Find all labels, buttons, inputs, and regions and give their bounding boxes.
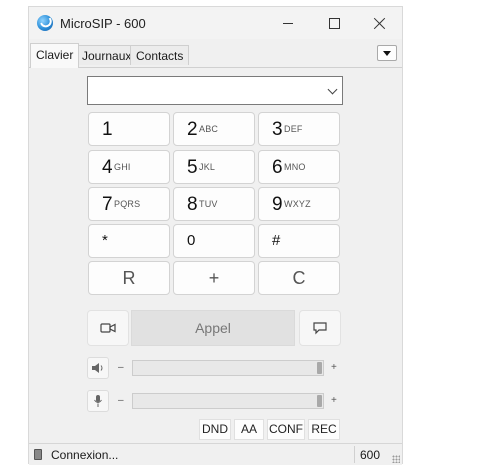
close-icon — [374, 17, 386, 29]
key-0[interactable]: 0 — [173, 224, 255, 258]
clear-button[interactable]: C — [258, 261, 340, 295]
key-9[interactable]: 9 WXYZ — [258, 187, 340, 221]
window-title: MicroSIP - 600 — [60, 16, 146, 31]
key-letters: MNO — [284, 162, 306, 172]
key-1[interactable]: 1 — [88, 112, 170, 146]
key-3[interactable]: 3 DEF — [258, 112, 340, 146]
redial-label: R — [122, 268, 136, 288]
microsip-logo-icon — [37, 15, 53, 31]
speaker-icon — [92, 363, 103, 373]
key-digit: 8 — [187, 194, 198, 215]
chevron-down-icon[interactable] — [327, 84, 338, 95]
microphone-icon — [94, 395, 102, 407]
speaker-volume-slider[interactable] — [132, 360, 324, 376]
dialpad-panel: 1 2 ABC 3 DEF 4 GHI 5 JKL 6 MNO 7 PQRS 8… — [29, 68, 402, 447]
key-digit: 5 — [187, 157, 198, 178]
speaker-minus: – — [118, 362, 124, 373]
resize-grip-icon[interactable] — [392, 455, 400, 463]
key-2[interactable]: 2 ABC — [173, 112, 255, 146]
tab-journaux[interactable]: Journaux — [76, 45, 138, 65]
redial-button[interactable]: R — [88, 261, 170, 295]
minimize-icon — [283, 22, 293, 24]
dnd-button[interactable]: DND — [199, 419, 231, 440]
status-text: Connexion... — [51, 448, 119, 462]
key-letters: TUV — [199, 199, 218, 209]
key-digit: 1 — [102, 119, 113, 140]
video-camera-icon — [100, 323, 116, 333]
tab-contacts[interactable]: Contacts — [130, 45, 190, 65]
menu-dropdown-button[interactable] — [377, 45, 397, 61]
call-button[interactable]: Appel — [131, 310, 295, 346]
key-symbol: * — [102, 232, 108, 249]
status-bar: Connexion... 600 — [29, 443, 402, 465]
status-divider — [354, 446, 355, 463]
microphone-plus: + — [331, 395, 337, 406]
auto-answer-button[interactable]: AA — [234, 419, 264, 440]
microphone-slider-thumb[interactable] — [317, 395, 322, 407]
key-letters: WXYZ — [284, 199, 311, 209]
record-button[interactable]: REC — [308, 419, 340, 440]
key-letters: ABC — [199, 124, 219, 134]
number-combobox[interactable] — [87, 76, 343, 105]
maximize-button[interactable] — [312, 7, 356, 39]
triangle-down-icon — [383, 50, 391, 56]
message-button[interactable] — [299, 310, 341, 346]
microphone-mute-button[interactable] — [87, 390, 109, 412]
key-letters: GHI — [114, 162, 131, 172]
key-7[interactable]: 7 PQRS — [88, 187, 170, 221]
key-symbol: 0 — [187, 232, 196, 249]
microphone-volume-slider[interactable] — [132, 393, 324, 409]
key-digit: 6 — [272, 157, 283, 178]
speaker-plus: + — [331, 362, 337, 373]
key-letters: DEF — [284, 124, 303, 134]
key-hash[interactable]: # — [258, 224, 340, 258]
speaker-mute-button[interactable] — [87, 357, 109, 379]
close-button[interactable] — [358, 7, 402, 39]
key-digit: 3 — [272, 119, 283, 140]
key-star[interactable]: * — [88, 224, 170, 258]
speaker-slider-thumb[interactable] — [317, 362, 322, 374]
tab-clavier[interactable]: Clavier — [30, 43, 80, 68]
key-digit: 9 — [272, 194, 283, 215]
key-4[interactable]: 4 GHI — [88, 150, 170, 184]
key-symbol: # — [272, 232, 281, 249]
microsip-window: MicroSIP - 600 Clavier Journaux Contacts… — [28, 6, 403, 465]
key-letters: JKL — [199, 162, 216, 172]
tab-bar: Clavier Journaux Contacts — [29, 43, 402, 68]
key-digit: 7 — [102, 194, 113, 215]
number-input[interactable] — [91, 79, 321, 103]
phone-status-icon — [34, 449, 42, 460]
key-digit: 2 — [187, 119, 198, 140]
key-8[interactable]: 8 TUV — [173, 187, 255, 221]
minimize-button[interactable] — [266, 7, 310, 39]
video-call-button[interactable] — [87, 310, 129, 346]
clear-label: C — [292, 268, 306, 288]
key-digit: 4 — [102, 157, 113, 178]
key-6[interactable]: 6 MNO — [258, 150, 340, 184]
key-5[interactable]: 5 JKL — [173, 150, 255, 184]
plus-label: + — [208, 268, 220, 288]
extension-number: 600 — [360, 448, 381, 462]
title-bar[interactable]: MicroSIP - 600 — [29, 7, 402, 39]
plus-button[interactable]: + — [173, 261, 255, 295]
microphone-minus: – — [118, 395, 124, 406]
maximize-icon — [328, 17, 340, 29]
key-letters: PQRS — [114, 199, 141, 209]
conference-button[interactable]: CONF — [267, 419, 305, 440]
chat-bubble-icon — [313, 322, 327, 335]
